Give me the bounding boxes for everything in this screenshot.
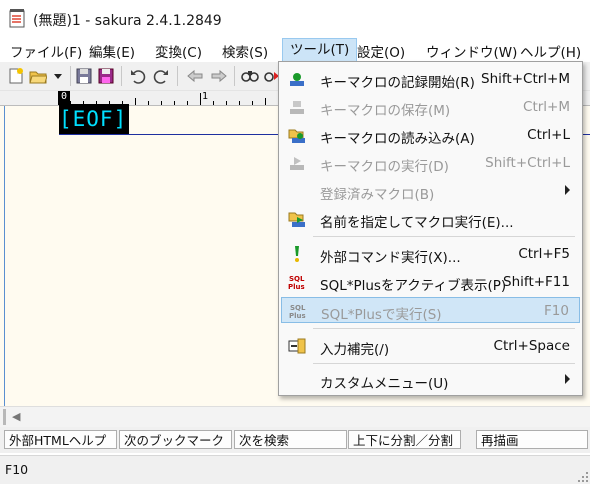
menu-item-label: キーマクロの記録開始(R) [320,75,475,91]
split-handle[interactable] [3,409,6,425]
menu-item-external-command[interactable]: 外部コマンド実行(X)... Ctrl+F5 [281,241,580,267]
menu-file[interactable]: ファイル(F) [10,41,82,61]
toolbar-separator [234,66,235,86]
menu-item-label: 入力補完(/) [320,342,390,358]
menu-item-shortcut: Shift+Ctrl+M [481,71,570,87]
fkey-split[interactable]: 上下に分割／分割 [348,430,461,449]
menu-item-custom-menu[interactable]: カスタムメニュー(U) [281,367,580,393]
menu-item-label: カスタムメニュー(U) [320,376,449,392]
function-key-bar: 外部HTMLヘルプ 次のブックマーク 次を検索 上下に分割／分割 再描画 [0,427,590,453]
undo-icon[interactable] [129,67,147,85]
fkey-external-html-help[interactable]: 外部HTMLヘルプ [4,430,117,449]
menu-bar: ファイル(F) 編集(E) 変換(C) 検索(S) ツール(T) 設定(O) ウ… [0,38,590,62]
menu-item-registered-macros[interactable]: 登録済みマクロ(B) [281,178,580,204]
save-all-icon[interactable] [97,67,115,85]
menu-item-label: キーマクロの読み込み(A) [320,131,475,147]
menu-window[interactable]: ウィンドウ(W) [426,41,517,61]
redo-icon[interactable] [152,67,170,85]
ruler-column-zero: 0 [61,91,68,102]
fkey-redraw[interactable]: 再描画 [476,430,588,449]
fkey-find-next[interactable]: 次を検索 [234,430,347,449]
save-icon[interactable] [75,67,93,85]
jump-forward-icon[interactable] [210,67,228,85]
menu-item-run-macro[interactable]: キーマクロの実行(D) Shift+Ctrl+L [281,150,580,176]
menu-item-label: SQL*Plusをアクティブ表示(P) [320,278,507,294]
sakura-app-icon [9,9,25,28]
line-number-gutter [4,106,5,406]
menu-item-shortcut: Ctrl+M [523,99,570,115]
new-file-icon[interactable] [7,67,25,85]
menu-item-shortcut: Ctrl+F5 [518,246,570,262]
svg-text:SQL: SQL [290,304,306,312]
resize-grip-icon[interactable] [578,472,588,482]
open-dropdown-icon[interactable] [52,67,64,85]
menu-help[interactable]: ヘルプ(H) [520,41,581,61]
sqlplus-activate-icon: SQL Plus [288,275,305,291]
save-macro-icon [290,101,304,114]
menu-item-label: 名前を指定してマクロ実行(E)... [320,215,514,231]
status-bar: F10 [0,455,590,484]
toolbar-separator [70,66,71,86]
scroll-left-icon[interactable]: ◀ [12,410,20,423]
menu-search[interactable]: 検索(S) [222,41,268,61]
menu-item-named-macro[interactable]: 名前を指定してマクロ実行(E)... [281,206,580,232]
toolbar-separator [121,66,122,86]
toolbar-separator [177,66,178,86]
load-macro-icon [288,129,305,143]
title-bar: (無題)1 - sakura 2.4.1.2849 [0,0,590,38]
menu-item-record-macro[interactable]: キーマクロの記録開始(R) Shift+Ctrl+M [281,66,580,92]
svg-text:SQL: SQL [289,275,305,283]
window-title: (無題)1 - sakura 2.4.1.2849 [33,13,222,29]
menu-separator [313,328,575,329]
menu-item-load-macro[interactable]: キーマクロの読み込み(A) Ctrl+L [281,122,580,148]
run-macro-icon [290,157,304,170]
menu-item-sqlplus-run[interactable]: SQL Plus SQL*Plusで実行(S) F10 [281,297,580,323]
menu-separator [313,236,575,237]
menu-item-label: SQL*Plusで実行(S) [321,307,442,323]
external-command-icon [295,246,299,262]
menu-item-shortcut: F10 [544,303,569,319]
autocomplete-icon [288,338,306,354]
menu-item-label: 外部コマンド実行(X)... [320,250,461,266]
menu-convert[interactable]: 変換(C) [155,41,202,61]
menu-item-label: キーマクロの保存(M) [320,103,451,119]
menu-item-label: 登録済みマクロ(B) [320,187,435,203]
menu-settings[interactable]: 設定(O) [357,41,405,61]
find-icon[interactable] [241,67,259,85]
record-macro-icon [290,73,304,86]
menu-item-autocomplete[interactable]: 入力補完(/) Ctrl+Space [281,333,580,359]
ruler-column-mark: 1 [202,91,209,102]
eof-marker: [EOF] [59,104,129,134]
menu-item-shortcut: Shift+F11 [503,274,570,290]
tools-menu-dropdown: キーマクロの記録開始(R) Shift+Ctrl+M キーマクロの保存(M) C… [278,61,583,396]
menu-item-shortcut: Shift+Ctrl+L [485,155,570,171]
submenu-arrow-icon [565,185,570,195]
menu-item-shortcut: Ctrl+L [527,127,570,143]
menu-item-label: キーマクロの実行(D) [320,159,449,175]
menu-item-shortcut: Ctrl+Space [493,338,570,354]
jump-back-icon[interactable] [186,67,204,85]
named-macro-icon [288,212,305,227]
menu-separator [313,363,575,364]
svg-text:Plus: Plus [288,283,305,291]
menu-item-sqlplus-activate[interactable]: SQL Plus SQL*Plusをアクティブ表示(P) Shift+F11 [281,269,580,295]
svg-text:Plus: Plus [289,312,306,320]
submenu-arrow-icon [565,374,570,384]
fkey-next-bookmark[interactable]: 次のブックマーク [119,430,232,449]
menu-item-save-macro[interactable]: キーマクロの保存(M) Ctrl+M [281,94,580,120]
horizontal-scrollbar[interactable]: ◀ [0,406,590,427]
menu-tools[interactable]: ツール(T) [282,38,358,62]
menu-edit[interactable]: 編集(E) [89,41,135,61]
status-text: F10 [5,462,29,477]
open-folder-icon[interactable] [29,67,47,85]
sqlplus-run-icon: SQL Plus [289,304,306,320]
